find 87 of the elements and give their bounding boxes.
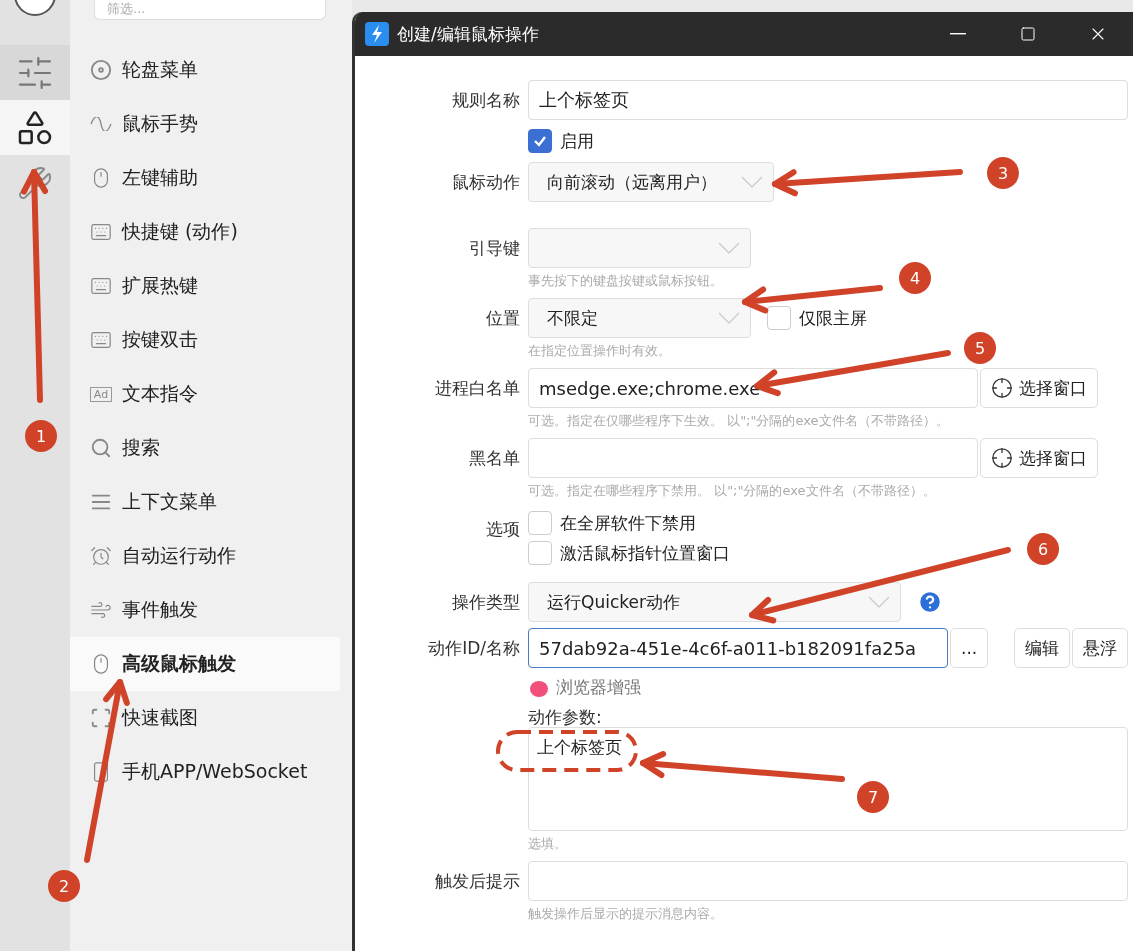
lightning-logo-icon	[365, 22, 389, 46]
text-field[interactable]	[528, 438, 978, 478]
sidebar-item[interactable]: 事件触发	[70, 583, 340, 637]
hint-text: 选填。	[528, 835, 567, 853]
hint-text: 事先按下的键盘按键或鼠标按钮。	[528, 272, 723, 290]
wave-icon	[90, 117, 112, 131]
hint-text: 可选。指定在哪些程序下禁用。 以";"分隔的exe文件名（不带路径）。	[528, 482, 936, 500]
sidebar-item-label: 自动运行动作	[122, 543, 236, 568]
minimize-icon	[950, 33, 966, 35]
ad-icon: Ad	[90, 386, 112, 402]
sidebar-item[interactable]: 按键双击	[70, 313, 340, 367]
field-label: 触发后提示	[434, 870, 520, 893]
sidebar-item-label: 手机APP/WebSocket	[122, 759, 308, 784]
text-field[interactable]: 57dab92a-451e-4c6f-a011-b182091fa25a	[528, 628, 948, 668]
sidebar-item-label: 文本指令	[122, 381, 198, 406]
sidebar-item[interactable]: 快捷键 (动作)	[70, 205, 340, 259]
chevron-down-icon	[718, 242, 740, 254]
dropdown[interactable]: 运行Quicker动作	[528, 582, 901, 622]
select-window-button[interactable]: 选择窗口	[980, 438, 1098, 478]
maximize-icon	[1020, 26, 1036, 42]
sidebar-item[interactable]: 高级鼠标触发	[70, 637, 340, 691]
sidebar-item[interactable]: 自动运行动作	[70, 529, 340, 583]
crosshair-icon	[991, 377, 1013, 399]
more-button[interactable]: ...	[950, 628, 989, 668]
help-icon[interactable]	[917, 589, 943, 615]
keyboard-icon	[90, 275, 112, 297]
disc-icon	[90, 59, 112, 81]
sidebar-item[interactable]: 手机APP/WebSocket	[70, 745, 340, 799]
wind-icon	[90, 599, 112, 621]
sidebar-item-label: 按键双击	[122, 327, 198, 352]
sidebar-item-label: 轮盘菜单	[122, 57, 198, 82]
keyboard-icon	[90, 221, 112, 243]
checkbox-label: 启用	[560, 129, 594, 153]
hint-text: 触发操作后显示的提示消息内容。	[528, 905, 723, 923]
rail-tab[interactable]	[0, 100, 70, 155]
action-button[interactable]: 编辑	[1014, 628, 1071, 668]
sidebar-item[interactable]: 上下文菜单	[70, 475, 340, 529]
sidebar-item-label: 高级鼠标触发	[122, 651, 236, 676]
field-label: 黑名单	[468, 447, 520, 470]
select-window-button[interactable]: 选择窗口	[980, 368, 1098, 408]
checkbox-label: 激活鼠标指针位置窗口	[560, 541, 730, 565]
crosshair-icon	[991, 447, 1013, 469]
sidebar-item[interactable]: 鼠标手势	[70, 97, 340, 151]
chevron-down-icon	[718, 312, 740, 324]
sidebar-item-label: 快速截图	[122, 705, 198, 730]
sidebar-item-label: 鼠标手势	[122, 111, 198, 136]
chevron-down-icon	[868, 596, 890, 608]
field-label: 鼠标动作	[451, 171, 520, 194]
text-field[interactable]	[528, 861, 1128, 901]
dropdown[interactable]: 不限定	[528, 298, 751, 338]
field-label: 动作参数:	[528, 707, 603, 727]
dropdown[interactable]: 向前滚动（远离用户）	[528, 162, 774, 202]
field-label: 进程白名单	[434, 377, 520, 400]
sidebar-item-label: 扩展热键	[122, 273, 198, 298]
chevron-down-icon	[741, 176, 763, 188]
sidebar-item[interactable]: Ad 文本指令	[70, 367, 340, 421]
search-icon	[90, 437, 112, 459]
sidebar-item[interactable]: 轮盘菜单	[70, 43, 340, 97]
sidebar-item-label: 快捷键 (动作)	[122, 219, 238, 244]
scan-icon	[90, 707, 112, 729]
sidebar-item-label: 左键辅助	[122, 165, 198, 190]
action-button[interactable]: 悬浮	[1072, 628, 1129, 668]
sidebar-item-label: 事件触发	[122, 597, 198, 622]
checkbox-label: 仅限主屏	[799, 306, 867, 330]
window-title: 创建/编辑鼠标操作	[397, 22, 540, 46]
wrench-icon[interactable]	[17, 164, 53, 201]
checkbox[interactable]	[528, 129, 552, 153]
sidebar-item[interactable]: 左键辅助	[70, 151, 340, 205]
sidebar-item[interactable]: 快速截图	[70, 691, 340, 745]
text-field[interactable]: msedge.exe;chrome.exe	[528, 368, 978, 408]
sidebar-item[interactable]: 扩展热键	[70, 259, 340, 313]
hint-text: 在指定位置操作时有效。	[528, 342, 671, 360]
field-label: 选项	[485, 518, 520, 541]
hint-text: 可选。指定在仅哪些程序下生效。 以";"分隔的exe文件名（不带路径）。	[528, 412, 949, 430]
field-label: 引导键	[468, 237, 520, 260]
sidebar-item-label: 上下文菜单	[122, 489, 217, 514]
field-label: 规则名称	[451, 89, 520, 112]
sidebar-item-label: 搜索	[122, 435, 160, 460]
alarm-clock-icon	[90, 545, 112, 567]
sidebar-item[interactable]: 搜索	[70, 421, 340, 475]
field-label: 操作类型	[451, 591, 520, 614]
keyboard-icon	[90, 329, 112, 351]
checkbox-label: 在全屏软件下禁用	[560, 511, 696, 535]
field-label: 动作ID/名称	[427, 637, 520, 660]
field-label: 位置	[485, 307, 520, 330]
text-field[interactable]: 上个标签页	[528, 80, 1128, 120]
tag-label: 浏览器增强	[556, 676, 641, 699]
